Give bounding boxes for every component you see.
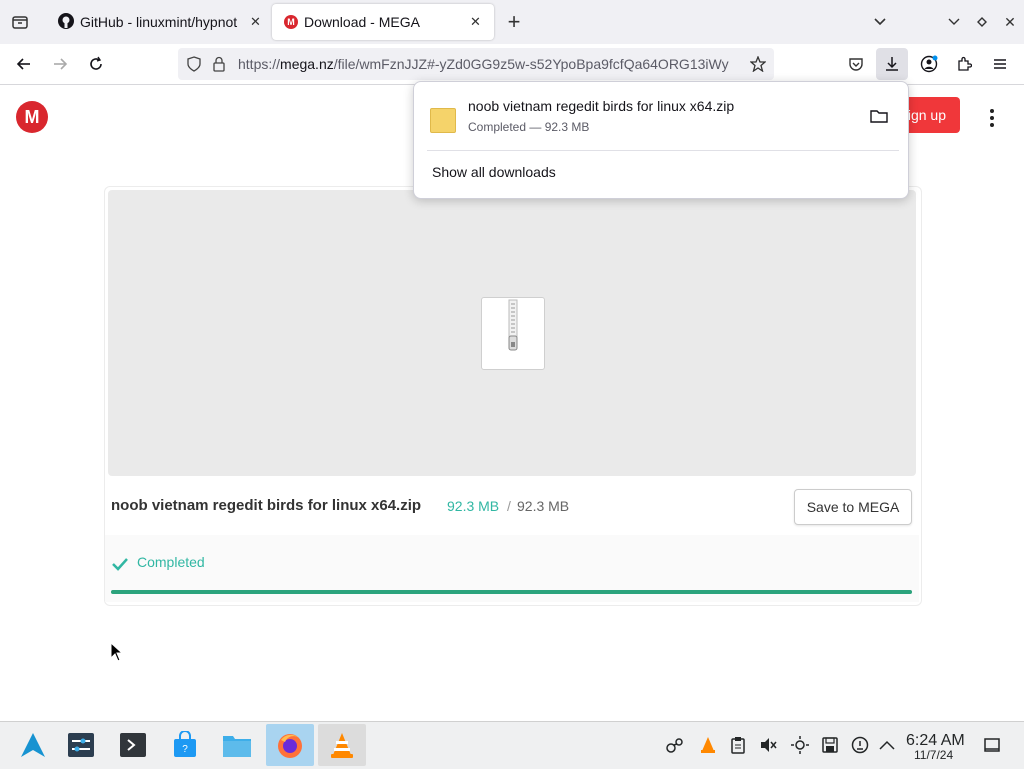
size-separator: / <box>507 498 511 514</box>
menu-icon[interactable] <box>986 50 1014 78</box>
checkmark-icon <box>111 556 129 577</box>
tab-github[interactable]: GitHub - linuxmint/hypnot ✕ <box>48 4 266 40</box>
file-name: noob vietnam regedit birds for linux x64… <box>111 497 422 514</box>
software-store-icon[interactable]: ? <box>170 730 200 760</box>
vlc-tray-icon[interactable] <box>696 730 720 760</box>
close-tab-icon[interactable]: ✕ <box>470 14 481 30</box>
tab-list-icon[interactable] <box>6 8 34 36</box>
close-window-icon[interactable]: ✕ <box>996 8 1024 36</box>
mouse-cursor-icon <box>110 641 124 667</box>
lock-icon[interactable] <box>212 56 226 77</box>
progress-fill <box>111 590 912 594</box>
divider <box>427 150 899 151</box>
mega-logo[interactable]: M <box>16 101 48 133</box>
brightness-icon[interactable] <box>788 730 812 760</box>
chevron-up-icon[interactable] <box>876 730 898 760</box>
more-options-icon[interactable] <box>986 108 998 128</box>
clipboard-icon[interactable] <box>726 730 750 760</box>
pocket-icon[interactable] <box>842 50 870 78</box>
zip-file-icon <box>481 297 545 370</box>
network-icon[interactable] <box>664 730 686 760</box>
new-tab-icon[interactable]: + <box>500 8 528 36</box>
show-desktop-icon[interactable] <box>980 730 1004 760</box>
maximize-icon[interactable] <box>968 8 996 36</box>
progress-bar <box>111 590 912 594</box>
firefox-taskbar-button[interactable] <box>266 724 314 766</box>
vlc-icon <box>331 733 353 758</box>
github-icon <box>58 12 74 32</box>
download-status: Completed <box>137 554 205 570</box>
clock-date[interactable]: 11/7/24 <box>914 748 953 762</box>
account-icon[interactable] <box>915 50 943 78</box>
tab-label: GitHub - linuxmint/hypnot <box>80 14 238 30</box>
taskbar: ? 6:24 AM 11/7/24 <box>0 721 1024 769</box>
tab-mega[interactable]: M Download - MEGA ✕ <box>272 4 494 40</box>
downloaded-size: 92.3 MB <box>447 498 500 514</box>
tab-label: Download - MEGA <box>304 14 420 30</box>
close-tab-icon[interactable]: ✕ <box>250 14 261 30</box>
back-icon[interactable] <box>10 50 38 78</box>
chevron-down-icon[interactable] <box>866 8 894 36</box>
system-settings-icon[interactable] <box>66 730 96 760</box>
url-bar[interactable]: https://mega.nz/file/wmFznJJZ#-yZd0GG9z5… <box>178 48 774 80</box>
shield-icon[interactable] <box>186 56 202 77</box>
show-all-downloads-button[interactable]: Show all downloads <box>432 164 556 180</box>
download-item-status: Completed — 92.3 MB <box>468 120 590 134</box>
app-launcher-icon[interactable] <box>18 730 48 760</box>
mega-icon: M <box>284 15 298 29</box>
save-disk-icon[interactable] <box>818 730 842 760</box>
file-manager-icon[interactable] <box>222 730 252 760</box>
archive-file-icon <box>430 108 456 133</box>
url-text: https://mega.nz/file/wmFznJJZ#-yZd0GG9z5… <box>238 56 729 72</box>
update-notifier-icon[interactable] <box>848 730 872 760</box>
firefox-icon <box>278 734 302 758</box>
volume-muted-icon[interactable] <box>756 730 780 760</box>
forward-icon[interactable] <box>46 50 74 78</box>
bookmark-star-icon[interactable] <box>749 55 767 77</box>
tab-strip: GitHub - linuxmint/hypnot ✕ M Download -… <box>0 0 1024 44</box>
svg-text:?: ? <box>182 744 188 755</box>
downloads-icon[interactable] <box>876 48 908 80</box>
save-to-mega-button[interactable]: Save to MEGA <box>794 489 912 525</box>
reload-icon[interactable] <box>82 50 110 78</box>
terminal-icon[interactable] <box>118 730 148 760</box>
total-size: 92.3 MB <box>517 498 570 514</box>
folder-icon[interactable] <box>870 108 888 129</box>
minimize-icon[interactable] <box>940 8 968 36</box>
download-file-name[interactable]: noob vietnam regedit birds for linux x64… <box>468 98 734 114</box>
vlc-taskbar-button[interactable] <box>318 724 366 766</box>
extensions-icon[interactable] <box>950 50 978 78</box>
navigation-bar: https://mega.nz/file/wmFznJJZ#-yZd0GG9z5… <box>0 44 1024 85</box>
